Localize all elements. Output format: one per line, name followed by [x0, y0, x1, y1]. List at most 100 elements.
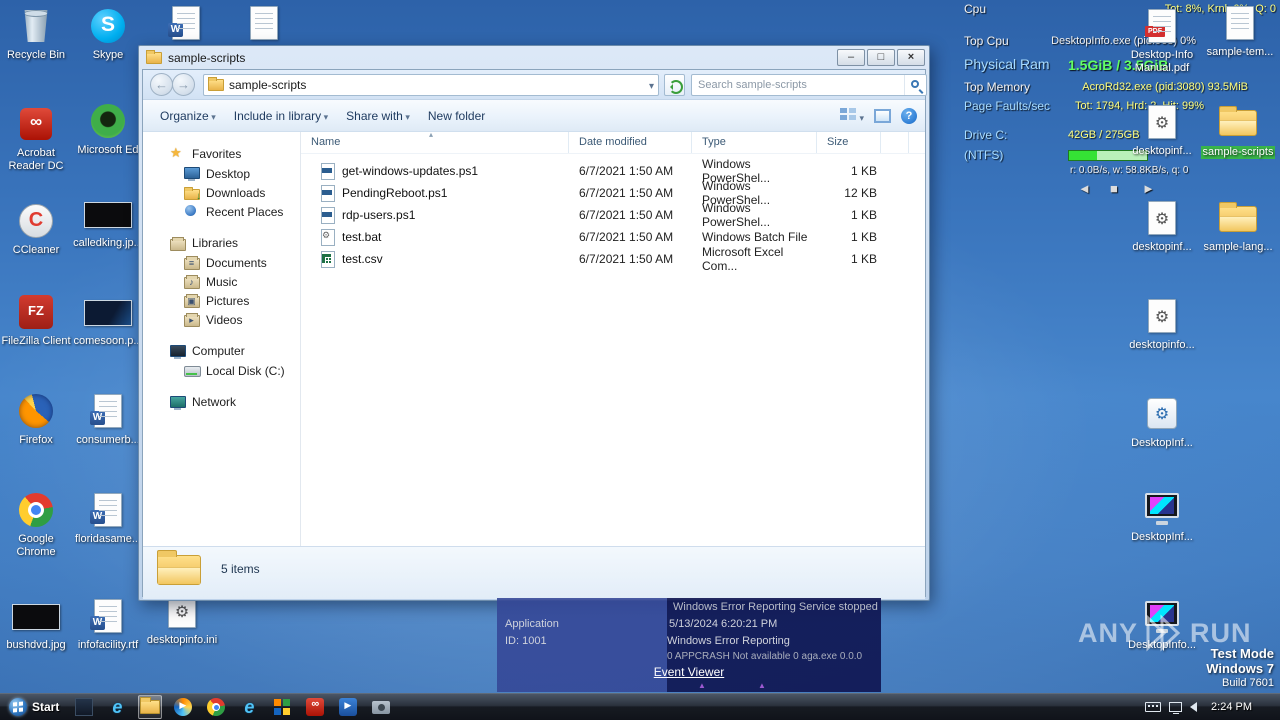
- sidebar-item-recent-places[interactable]: Recent Places: [143, 202, 300, 221]
- share-with-menu[interactable]: Share with: [337, 104, 419, 128]
- minimize-button[interactable]: [837, 49, 865, 66]
- desktop-icon-filezilla[interactable]: FileZilla Client: [0, 294, 72, 348]
- desktop-icon-ccleaner[interactable]: CCleaner: [0, 203, 72, 257]
- network-tray-icon[interactable]: [1169, 702, 1183, 714]
- column-header-date-modified[interactable]: Date modified: [569, 132, 692, 153]
- desktop-icon-label: sample-lang...: [1203, 241, 1273, 253]
- taskbar-icon-console-app[interactable]: [72, 695, 96, 719]
- sidebar-item-pictures[interactable]: ▣ Pictures: [143, 291, 300, 310]
- desktop-icon-acrobat[interactable]: Acrobat Reader DC: [0, 106, 72, 173]
- sidebar-item-downloads[interactable]: ↓ Downloads: [143, 183, 300, 202]
- desktop-icon-edge[interactable]: Microsoft Ed: [72, 103, 144, 157]
- file-row[interactable]: get-windows-updates.ps1 6/7/2021 1:50 AM…: [301, 157, 925, 185]
- event-viewer-link[interactable]: Event Viewer: [497, 665, 881, 679]
- sidebar-section-favorites[interactable]: Favorites: [143, 144, 300, 164]
- sidebar-section-network[interactable]: Network: [143, 392, 300, 412]
- desktop-icon-sample-lang[interactable]: sample-lang...: [1200, 200, 1276, 254]
- sidebar-item-desktop[interactable]: Desktop: [143, 164, 300, 183]
- forward-button[interactable]: [172, 73, 195, 96]
- include-in-library-menu[interactable]: Include in library: [225, 104, 337, 128]
- taskbar-icon-media-player[interactable]: [171, 695, 195, 719]
- file-row[interactable]: test.bat 6/7/2021 1:50 AM Windows Batch …: [301, 226, 925, 248]
- file-date-cell: 6/7/2021 1:50 AM: [579, 164, 674, 178]
- desktop-icon-calledking[interactable]: calledking.jp...: [72, 196, 144, 250]
- sidebar-item-documents[interactable]: ≡ Documents: [143, 253, 300, 272]
- desktop-icon-manual-pdf[interactable]: Desktop-Info Manual.pdf: [1124, 8, 1200, 75]
- chevron-down-icon[interactable]: [649, 76, 654, 94]
- desktop-icon-document[interactable]: [228, 5, 300, 43]
- address-bar[interactable]: sample-scripts: [203, 74, 659, 96]
- desktop-icon-desktopinf-2[interactable]: desktopinf...: [1124, 200, 1200, 254]
- taskbar-icon-chrome[interactable]: [204, 695, 228, 719]
- media-previous-icon[interactable]: [1078, 181, 1091, 196]
- file-row[interactable]: rdp-users.ps1 6/7/2021 1:50 AM Windows P…: [301, 201, 925, 229]
- desktop-icon-sample-tem[interactable]: sample-tem...: [1202, 5, 1278, 59]
- desktop-icon-consumerb[interactable]: consumerb...: [72, 393, 144, 447]
- desktop-icon-desktopinf-app[interactable]: DesktopInf...: [1124, 396, 1200, 450]
- media-stop-icon[interactable]: [1110, 181, 1118, 196]
- taskbar-icon-video-player[interactable]: [336, 695, 360, 719]
- sidebar-item-videos[interactable]: ▸ Videos: [143, 310, 300, 329]
- taskbar-icon-browser[interactable]: [237, 695, 261, 719]
- views-button[interactable]: [840, 107, 864, 124]
- organize-menu[interactable]: Organize: [151, 104, 225, 128]
- desktop-icon-desktopinf-1[interactable]: desktopinf...: [1124, 104, 1200, 158]
- folder-icon: [1219, 202, 1257, 232]
- item-label: Local Disk (C:): [206, 363, 285, 378]
- sidebar-item-local-disk-c[interactable]: Local Disk (C:): [143, 361, 300, 380]
- refresh-button[interactable]: [664, 74, 685, 96]
- desktop-icon-firefox[interactable]: Firefox: [0, 393, 72, 447]
- file-row[interactable]: PendingReboot.ps1 6/7/2021 1:50 AM Windo…: [301, 179, 925, 207]
- close-button[interactable]: [897, 49, 925, 66]
- taskbar-icon-internet-explorer[interactable]: [105, 695, 129, 719]
- di-cpu-label: Cpu: [964, 2, 987, 16]
- search-box[interactable]: [691, 74, 927, 96]
- start-button[interactable]: Start: [0, 694, 68, 720]
- preview-pane-button[interactable]: [874, 108, 891, 123]
- taskbar-icon-screen-capture[interactable]: [369, 695, 393, 719]
- desktop-icon-desktopinf-monitor[interactable]: DesktopInf...: [1124, 490, 1200, 544]
- desktop-icon-document[interactable]: [150, 5, 222, 43]
- arrow-up-icon: [758, 681, 766, 690]
- desktop-icon-skype[interactable]: Skype: [72, 8, 144, 62]
- title-bar[interactable]: sample-scripts: [139, 46, 929, 69]
- taskbar-icon-acrobat[interactable]: [303, 695, 327, 719]
- column-header-size[interactable]: Size: [817, 132, 881, 153]
- desktop-icon: [183, 166, 200, 181]
- image-thumbnail-icon: [12, 604, 60, 630]
- desktop-icon-recycle-bin[interactable]: Recycle Bin: [0, 8, 72, 62]
- address-folder-icon: [208, 77, 224, 91]
- search-input[interactable]: [692, 79, 904, 91]
- taskbar-icon-media-grid[interactable]: [270, 695, 294, 719]
- new-folder-button[interactable]: New folder: [419, 104, 494, 128]
- desktop-icon-infofacility[interactable]: infofacility.rtf: [72, 598, 144, 652]
- desktop-icon-chrome[interactable]: Google Chrome: [0, 492, 72, 559]
- desktop-icon-desktopinfo-ini[interactable]: desktopinfo.ini: [146, 593, 218, 647]
- event-service-text: Windows Error Reporting Service stopped: [673, 601, 878, 613]
- help-button[interactable]: [901, 107, 917, 124]
- test-mode-label: Test Mode: [1210, 646, 1274, 661]
- desktop-icon-label: desktopinfo.ini: [146, 634, 218, 646]
- desktop-icon-bushdvd[interactable]: bushdvd.jpg: [0, 598, 72, 652]
- sidebar-section-computer[interactable]: Computer: [143, 341, 300, 361]
- desktop-icon-desktopinfo-3[interactable]: desktopinfo...: [1124, 298, 1200, 352]
- search-icon[interactable]: [904, 75, 926, 95]
- recent-places-icon: [183, 204, 200, 219]
- maximize-button[interactable]: [867, 49, 895, 66]
- desktop-icon-floridasame[interactable]: floridasame...: [72, 492, 144, 546]
- keyboard-tray-icon[interactable]: [1145, 702, 1162, 712]
- desktop-icon-comesoon[interactable]: comesoon.p...: [72, 294, 144, 348]
- recycle-bin-icon: [24, 10, 48, 42]
- taskbar-clock[interactable]: 2:24 PM: [1211, 701, 1252, 713]
- back-button[interactable]: [150, 73, 173, 96]
- di-drive-label: Drive C:: [964, 128, 1008, 142]
- column-header-name[interactable]: Name: [301, 132, 569, 153]
- volume-tray-icon[interactable]: [1190, 702, 1198, 712]
- media-next-icon[interactable]: [1142, 181, 1155, 196]
- column-header-type[interactable]: Type: [692, 132, 817, 153]
- sidebar-section-libraries[interactable]: Libraries: [143, 233, 300, 253]
- desktop-icon-sample-scripts[interactable]: sample-scripts: [1200, 104, 1276, 160]
- file-row[interactable]: test.csv 6/7/2021 1:50 AM Microsoft Exce…: [301, 245, 925, 273]
- sidebar-item-music[interactable]: ♪ Music: [143, 272, 300, 291]
- taskbar-icon-windows-explorer[interactable]: [138, 695, 163, 719]
